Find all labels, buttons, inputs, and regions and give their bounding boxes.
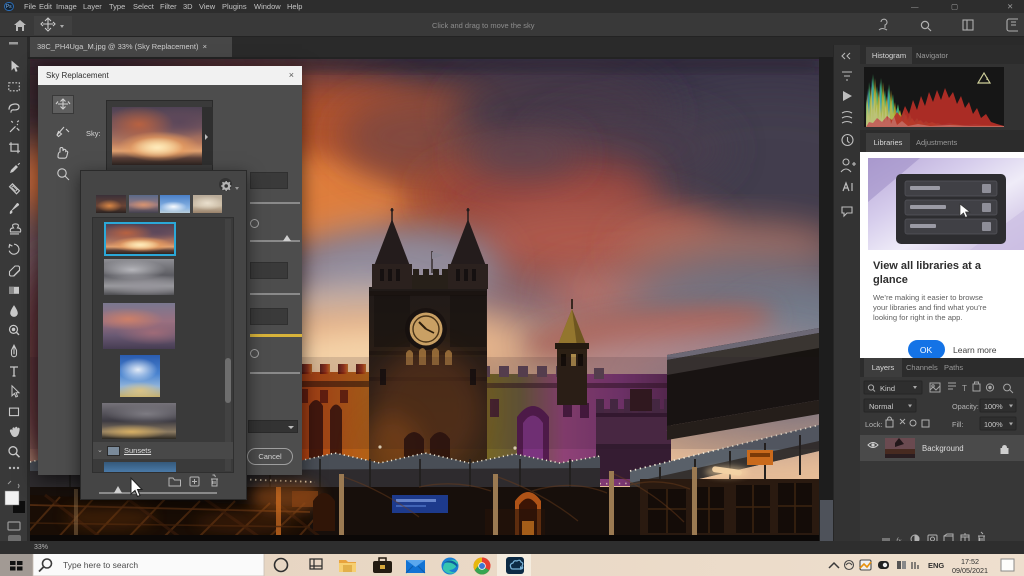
- svg-text:We’re making it easier to brow: We’re making it easier to browse: [873, 293, 983, 302]
- svg-text:ENG: ENG: [928, 561, 944, 570]
- svg-text:100%: 100%: [984, 402, 1003, 411]
- svg-text:your libraries and find what y: your libraries and find what you’re: [873, 303, 987, 312]
- svg-text:looking for right in the app.: looking for right in the app.: [873, 313, 963, 322]
- svg-text:glance: glance: [873, 274, 908, 286]
- svg-text:09/05/2021: 09/05/2021: [952, 566, 988, 575]
- svg-text:View all libraries at a: View all libraries at a: [873, 260, 982, 272]
- svg-text:T: T: [962, 384, 967, 393]
- svg-text:Type here to search: Type here to search: [63, 560, 138, 570]
- svg-text:OK: OK: [920, 345, 933, 355]
- svg-text:100%: 100%: [984, 420, 1003, 429]
- svg-text:Background: Background: [922, 444, 964, 453]
- svg-text:Kind: Kind: [880, 384, 895, 393]
- svg-text:Opacity:: Opacity:: [952, 402, 979, 411]
- svg-text:Normal: Normal: [869, 402, 894, 411]
- svg-text:17:52: 17:52: [961, 557, 979, 566]
- svg-text:Learn more: Learn more: [953, 345, 997, 355]
- svg-text:Fill:: Fill:: [952, 420, 963, 429]
- svg-text:Lock:: Lock:: [865, 420, 882, 429]
- svg-text:Click and drag to move the sky: Click and drag to move the sky: [432, 21, 535, 30]
